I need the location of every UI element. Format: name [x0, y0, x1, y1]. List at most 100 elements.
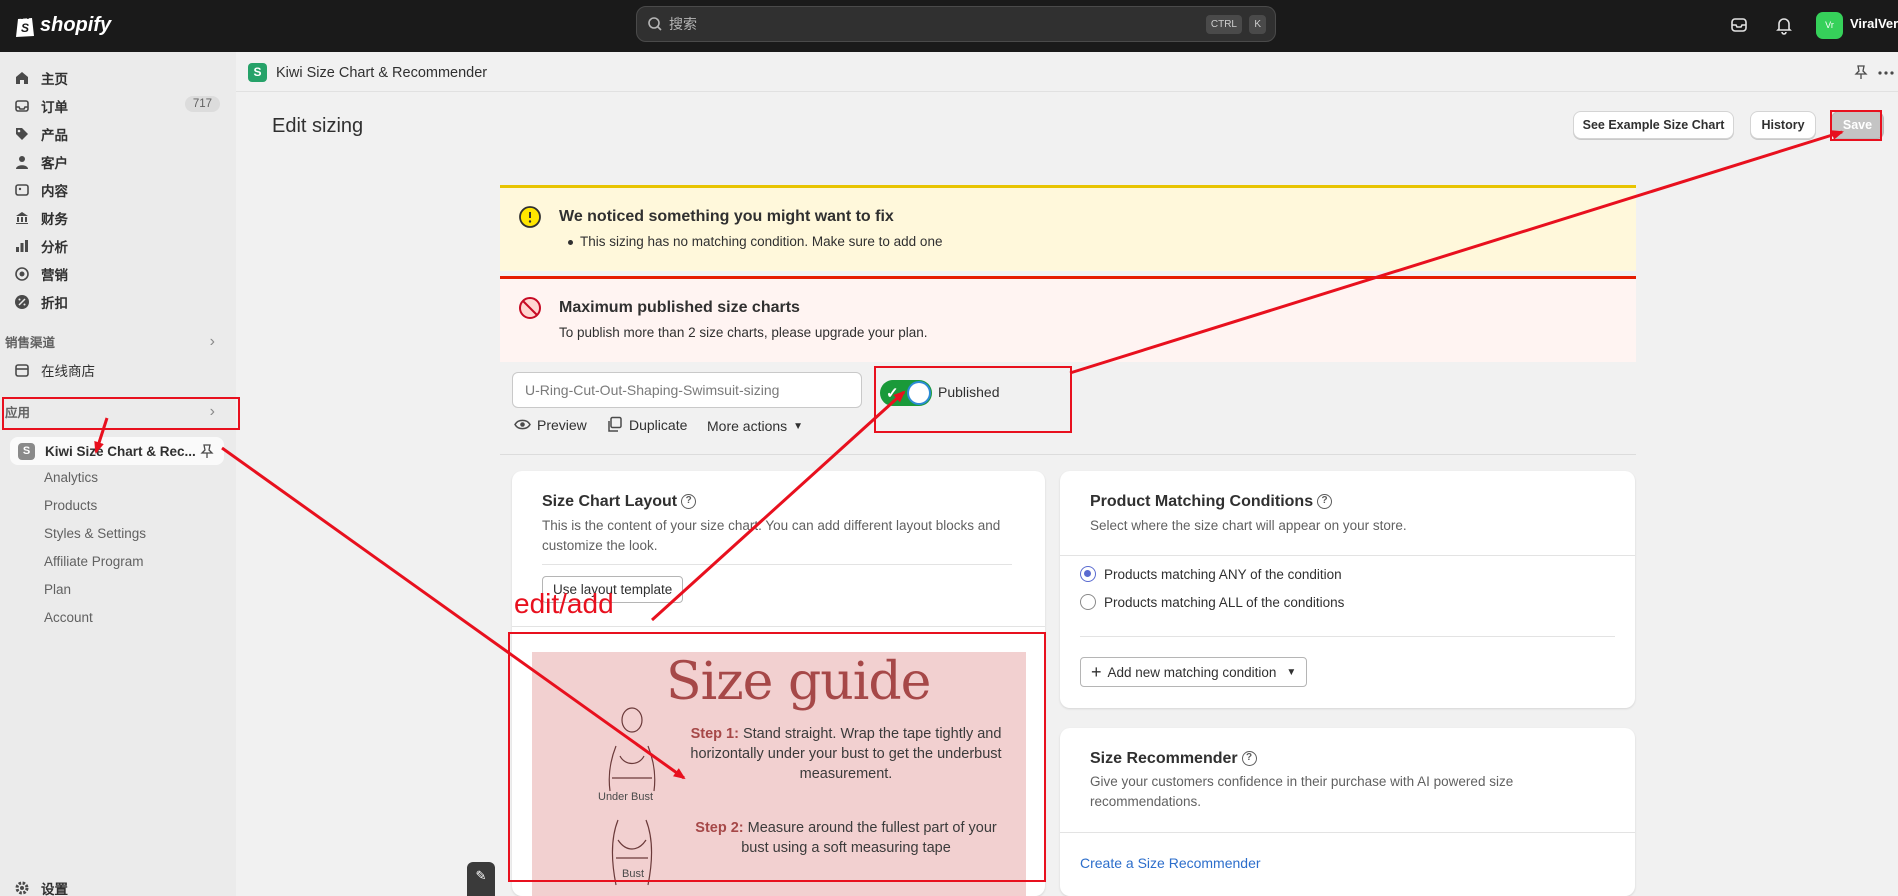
discount-icon — [15, 295, 29, 309]
app-header: S Kiwi Size Chart & Recommender — [236, 52, 1898, 92]
person-icon — [16, 156, 28, 169]
warning-item: This sizing has no matching condition. M… — [567, 234, 943, 249]
prohibited-icon — [519, 297, 541, 319]
kiwi-app-icon: S — [18, 442, 35, 460]
nav-customers[interactable]: 客户 — [14, 148, 224, 176]
help-icon[interactable]: ? — [1241, 751, 1257, 767]
page-title: Edit sizing — [272, 115, 364, 137]
kiwi-app-label: Kiwi Size Chart & Rec... — [45, 443, 196, 459]
app-sub-analytics[interactable]: Analytics — [44, 470, 98, 485]
shortcut-k: K — [1249, 15, 1266, 34]
nav-content[interactable]: 内容 — [14, 176, 224, 204]
nav-analytics[interactable]: 分析 — [14, 232, 224, 260]
nav-marketing[interactable]: 营销 — [14, 260, 224, 288]
divider — [512, 626, 1045, 627]
duplicate-button[interactable]: Duplicate — [606, 416, 687, 433]
help-icon[interactable]: ? — [681, 494, 697, 510]
search-icon — [648, 17, 662, 31]
caret-down-icon: ▼ — [793, 420, 804, 432]
shopify-logo[interactable]: S shopify — [14, 12, 111, 38]
create-size-recommender-link[interactable]: Create a Size Recommender — [1080, 855, 1261, 871]
inbox-icon — [15, 100, 29, 112]
matching-conditions-card: Product Matching Conditions? Select wher… — [1060, 471, 1635, 708]
size-recommender-card: Size Recommender? Give your customers co… — [1060, 728, 1635, 896]
size-chart-name-input[interactable]: U-Ring-Cut-Out-Shaping-Swimsuit-sizing — [512, 372, 862, 408]
store-avatar[interactable]: Vr — [1816, 12, 1843, 39]
edit-pencil-icon[interactable]: ✎ — [467, 862, 495, 896]
gear-icon — [15, 881, 29, 895]
top-bar: S shopify 搜索 CTRL K Vr ViralVera — [0, 0, 1898, 52]
sales-channels-section[interactable]: 销售渠道 › — [5, 330, 225, 352]
annotation-box-save — [1830, 110, 1882, 141]
shortcut-ctrl: CTRL — [1205, 15, 1242, 34]
nav-discounts[interactable]: 折扣 — [14, 288, 224, 316]
nav-home-label: 主页 — [41, 72, 68, 87]
divider — [500, 454, 1636, 455]
nav-analytics-label: 分析 — [41, 240, 68, 255]
nav-products[interactable]: 产品 — [14, 120, 224, 148]
storefront-inbox-icon[interactable] — [1727, 13, 1751, 37]
shopify-bag-icon: S — [16, 15, 34, 37]
radio-match-any[interactable]: Products matching ANY of the condition — [1080, 566, 1342, 582]
nav-kiwi-app[interactable]: S Kiwi Size Chart & Rec... — [10, 437, 224, 465]
pin-icon[interactable] — [1854, 64, 1868, 80]
app-sub-affiliate[interactable]: Affiliate Program — [44, 554, 144, 569]
critical-text: To publish more than 2 size charts, plea… — [559, 325, 928, 340]
preview-button[interactable]: Preview — [514, 416, 587, 433]
sales-channels-label: 销售渠道 — [5, 335, 56, 350]
alert-circle-icon — [519, 206, 541, 228]
radio-match-all-label: Products matching ALL of the conditions — [1104, 594, 1345, 610]
recommender-card-title: Size Recommender — [1090, 750, 1238, 767]
app-sub-account[interactable]: Account — [44, 610, 93, 625]
add-matching-condition-button[interactable]: + Add new matching condition ▼ — [1080, 657, 1308, 687]
nav-settings-label: 设置 — [41, 882, 68, 896]
more-horizontal-icon[interactable] — [1878, 70, 1894, 76]
app-sub-plan[interactable]: Plan — [44, 582, 71, 597]
nav-discounts-label: 折扣 — [41, 296, 68, 311]
radio-match-all[interactable]: Products matching ALL of the conditions — [1080, 594, 1344, 610]
app-sub-styles-settings[interactable]: Styles & Settings — [44, 526, 146, 541]
divider — [1080, 636, 1615, 637]
nav-online-store[interactable]: 在线商店 — [14, 356, 224, 384]
pin-icon[interactable] — [200, 443, 214, 459]
logo-text: shopify — [40, 13, 112, 36]
bank-icon — [16, 212, 28, 224]
matching-card-title: Product Matching Conditions — [1090, 493, 1314, 510]
bell-icon[interactable] — [1772, 13, 1796, 37]
image-icon — [15, 184, 29, 196]
more-actions-button[interactable]: More actions ▼ — [707, 418, 803, 434]
duplicate-icon — [608, 416, 622, 432]
store-name[interactable]: ViralVera — [1850, 16, 1898, 31]
app-title: Kiwi Size Chart & Recommender — [276, 65, 488, 81]
app-sub-products[interactable]: Products — [44, 498, 97, 513]
nav-settings[interactable]: 设置 — [14, 874, 224, 896]
nav-orders-label: 订单 — [41, 100, 68, 115]
nav-orders[interactable]: 订单 717 — [14, 92, 224, 120]
critical-banner: Maximum published size charts To publish… — [500, 276, 1636, 362]
duplicate-label: Duplicate — [629, 416, 688, 433]
edit-add-annotation-label: edit/add — [514, 588, 614, 619]
history-button[interactable]: History — [1750, 111, 1816, 139]
divider — [1060, 832, 1635, 833]
warning-banner: We noticed something you might want to f… — [500, 185, 1636, 271]
divider — [542, 564, 1012, 565]
kiwi-app-icon: S — [248, 63, 267, 82]
layout-card-title-row: Size Chart Layout? — [542, 493, 697, 511]
matching-title-row: Product Matching Conditions? — [1090, 493, 1333, 511]
radio-match-any-label: Products matching ANY of the condition — [1104, 566, 1342, 582]
layout-card-desc: This is the content of your size chart. … — [542, 518, 1001, 553]
add-condition-label: Add new matching condition — [1107, 664, 1277, 680]
chevron-right-icon: › — [209, 333, 215, 350]
search-input[interactable]: 搜索 CTRL K — [636, 6, 1276, 42]
preview-label: Preview — [537, 416, 587, 433]
home-icon — [16, 72, 28, 84]
help-icon[interactable]: ? — [1317, 494, 1333, 510]
nav-home[interactable]: 主页 — [14, 64, 224, 92]
nav-products-label: 产品 — [41, 128, 68, 143]
eye-icon — [514, 419, 531, 430]
nav-content-label: 内容 — [41, 184, 68, 199]
caret-down-icon: ▼ — [1286, 666, 1297, 678]
nav-marketing-label: 营销 — [41, 268, 68, 283]
nav-finance[interactable]: 财务 — [14, 204, 224, 232]
see-example-button[interactable]: See Example Size Chart — [1573, 111, 1734, 139]
